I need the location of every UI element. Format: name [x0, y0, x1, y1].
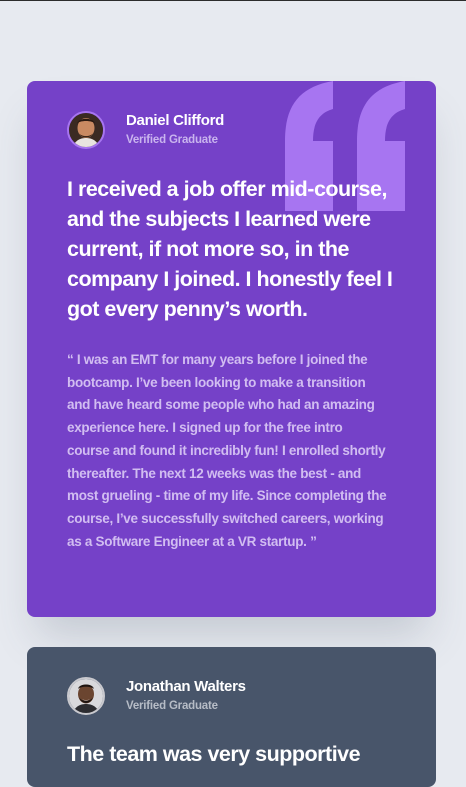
person-portrait-icon — [69, 679, 103, 713]
testimonial-card-jonathan: Jonathan Walters Verified Graduate The t… — [27, 647, 436, 787]
author-name: Daniel Clifford — [126, 112, 225, 129]
avatar — [67, 677, 105, 715]
testimonial-headline: The team was very supportive — [67, 742, 361, 766]
person-portrait-icon — [69, 113, 103, 147]
author-name: Jonathan Walters — [126, 678, 246, 695]
author-info: Daniel Clifford Verified Graduate — [67, 111, 224, 149]
testimonial-card-daniel: Daniel Clifford Verified Graduate I rece… — [27, 81, 436, 617]
author-role: Verified Graduate — [126, 134, 218, 146]
top-border — [0, 0, 466, 1]
author-role: Verified Graduate — [126, 700, 218, 712]
avatar — [67, 111, 105, 149]
testimonial-headline: I received a job offer mid-course, and t… — [67, 177, 393, 321]
author-info: Jonathan Walters Verified Graduate — [67, 677, 246, 715]
testimonial-body: “ I was an EMT for many years before I j… — [67, 352, 387, 549]
